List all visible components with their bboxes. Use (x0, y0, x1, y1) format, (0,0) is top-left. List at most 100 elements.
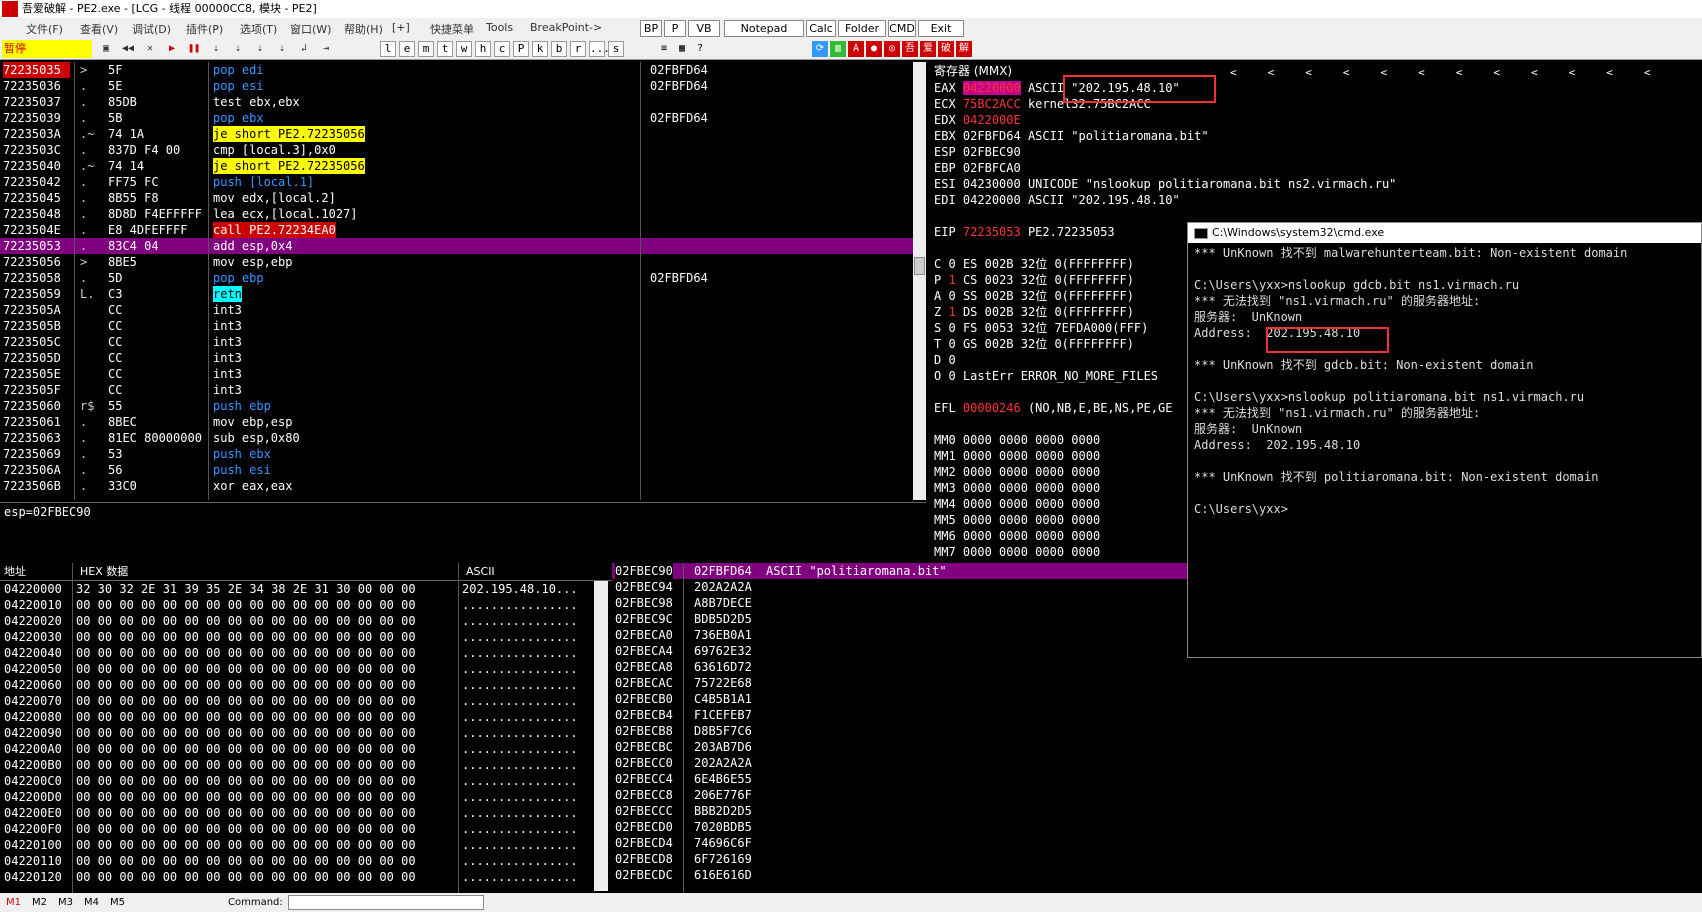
dump-scrollbar[interactable] (594, 581, 608, 891)
plugin-cn-button[interactable]: 解 (956, 41, 972, 57)
stack-row[interactable]: 02FBECD4 74696C6F (612, 835, 1702, 851)
toolbar-icon[interactable]: ❚❚ (186, 41, 202, 57)
register-row[interactable]: EBX 02FBFD64 ASCII "politiaromana.bit" (930, 128, 1702, 144)
register-value[interactable]: 02FBEC90 (963, 145, 1021, 159)
disasm-row[interactable]: 72235056 >8BE5 mov esp,ebp (0, 254, 914, 270)
toolbar-letter-button[interactable]: r (570, 41, 586, 57)
dump-row[interactable]: 04220090 00 00 00 00 00 00 00 00 00 00 00… (0, 725, 612, 741)
menu-item[interactable]: 调试(D) (132, 21, 171, 37)
toolbar-letter-button[interactable]: e (399, 41, 415, 57)
disasm-row[interactable]: 7223505B CC int3 (0, 318, 914, 334)
flag-value[interactable]: 0 (948, 257, 955, 271)
toolbar-letter-button[interactable]: l (380, 41, 396, 57)
register-row[interactable]: ESP 02FBEC90 (930, 144, 1702, 160)
stack-row[interactable]: 02FBECB8 D8B5F7C6 (612, 723, 1702, 739)
toolbar-letter-button[interactable]: b (551, 41, 567, 57)
plugin-icon[interactable]: A (848, 41, 864, 57)
disasm-row[interactable]: 72235045. 8B55 F8 mov edx,[local.2] (0, 190, 914, 206)
menu-item[interactable]: BreakPoint-> (530, 21, 602, 34)
memory-tab[interactable]: M5 (110, 897, 125, 908)
plugin-icon[interactable]: ▥ (830, 41, 846, 57)
disasm-row[interactable]: 72235058. 5D pop ebp 02FBFD64 (0, 270, 914, 286)
disasm-row[interactable]: 72235060 r$ 55 push ebp (0, 398, 914, 414)
toolbar-letter-button[interactable]: k (532, 41, 548, 57)
disasm-row[interactable]: 72235042. FF75 FC push [local.1] (0, 174, 914, 190)
flag-value[interactable]: 0 (948, 321, 955, 335)
menu-item[interactable]: 帮助(H) (344, 21, 383, 37)
dump-row[interactable]: 042200B0 00 00 00 00 00 00 00 00 00 00 00… (0, 757, 612, 773)
toolbar-icon[interactable]: ⇣ (230, 41, 246, 57)
stack-row[interactable]: 02FBECDC 616E616D (612, 867, 1702, 883)
disasm-row[interactable]: 72235040 .~ 74 14 je short PE2.72235056 (0, 158, 914, 174)
stack-row[interactable]: 02FBECD8 6F726169 (612, 851, 1702, 867)
menu-button[interactable]: VB (688, 20, 720, 37)
dump-row[interactable]: 042200C0 00 00 00 00 00 00 00 00 00 00 00… (0, 773, 612, 789)
disassembly-pane[interactable]: 72235035 >5F pop edi 02FBFD64 72235036. 5E pop… (0, 62, 915, 500)
register-row[interactable]: EAX 04220000 ASCII "202.195.48.10" (930, 80, 1702, 96)
dump-row[interactable]: 042200D0 00 00 00 00 00 00 00 00 00 00 00… (0, 789, 612, 805)
menu-item[interactable]: 插件(P) (186, 21, 223, 37)
dump-row[interactable]: 04220060 00 00 00 00 00 00 00 00 00 00 00… (0, 677, 612, 693)
disasm-row[interactable]: 7223503C. 837D F4 00 cmp [local.3],0x0 (0, 142, 914, 158)
disasm-row[interactable]: 72235037. 85DB test ebx,ebx (0, 94, 914, 110)
memory-dump-pane[interactable]: 地址 HEX 数据 ASCII 04220000 32 30 32 2E 31 3… (0, 563, 612, 893)
dump-row[interactable]: 04220080 00 00 00 00 00 00 00 00 00 00 00… (0, 709, 612, 725)
register-row[interactable]: EDX 0422000E (930, 112, 1702, 128)
flag-value[interactable]: 1 (948, 273, 955, 287)
toolbar-letter-button[interactable]: t (437, 41, 453, 57)
dump-row[interactable]: 04220120 00 00 00 00 00 00 00 00 00 00 00… (0, 869, 612, 885)
toolbar-letter-button[interactable]: w (456, 41, 472, 57)
plugin-icon[interactable]: ◎ (884, 41, 900, 57)
stack-row[interactable]: 02FBECBC 203AB7D6 (612, 739, 1702, 755)
menu-item[interactable]: 文件(F) (26, 21, 63, 37)
menu-button[interactable]: P (664, 20, 686, 37)
register-row[interactable]: ESI 04230000 UNICODE "nslookup politiaro… (930, 176, 1702, 192)
stack-row[interactable]: 02FBECCC BBB2D2D5 (612, 803, 1702, 819)
dump-row[interactable]: 042200F0 00 00 00 00 00 00 00 00 00 00 00… (0, 821, 612, 837)
memory-tab[interactable]: M3 (58, 897, 73, 908)
plugin-icon[interactable]: ● (866, 41, 882, 57)
toolbar-icon[interactable]: ? (692, 41, 708, 57)
toolbar-icon[interactable]: ✕ (142, 41, 158, 57)
stack-row[interactable]: 02FBECD0 7020BDB5 (612, 819, 1702, 835)
memory-tab[interactable]: M1 (6, 897, 21, 908)
menu-button[interactable]: Notepad (724, 20, 804, 37)
stack-row[interactable]: 02FBECC0 202A2A2A (612, 755, 1702, 771)
dump-row[interactable]: 042200A0 00 00 00 00 00 00 00 00 00 00 00… (0, 741, 612, 757)
stack-row[interactable]: 02FBECB0 C4B5B1A1 (612, 691, 1702, 707)
register-value[interactable]: 04220000 (962, 81, 1021, 95)
disasm-row[interactable]: 7223506B. 33C0 xor eax,eax (0, 478, 914, 494)
register-value[interactable]: 02FBFCA0 (963, 161, 1021, 175)
disasm-row[interactable]: 72235063. 81EC 80000000 sub esp,0x80 (0, 430, 914, 446)
dump-row[interactable]: 04220110 00 00 00 00 00 00 00 00 00 00 00… (0, 853, 612, 869)
disasm-row[interactable]: 72235035 >5F pop edi 02FBFD64 (0, 62, 914, 78)
dump-row[interactable]: 04220030 00 00 00 00 00 00 00 00 00 00 00… (0, 629, 612, 645)
disasm-row[interactable]: 72235053. 83C4 04 add esp,0x4 (0, 238, 914, 254)
flag-value[interactable]: 0 (948, 369, 955, 383)
register-row[interactable]: ECX 75BC2ACC kernel32.75BC2ACC (930, 96, 1702, 112)
register-value[interactable]: 0422000E (963, 113, 1021, 127)
disasm-row[interactable]: 7223505F CC int3 (0, 382, 914, 398)
disasm-row[interactable]: 72235036. 5E pop esi 02FBFD64 (0, 78, 914, 94)
dump-row[interactable]: 04220100 00 00 00 00 00 00 00 00 00 00 00… (0, 837, 612, 853)
toolbar-icon[interactable]: ≡ (656, 41, 672, 57)
toolbar-letter-button[interactable]: ... (589, 41, 610, 57)
memory-tab[interactable]: M2 (32, 897, 47, 908)
dump-row[interactable]: 042200E0 00 00 00 00 00 00 00 00 00 00 00… (0, 805, 612, 821)
dump-row[interactable]: 04220040 00 00 00 00 00 00 00 00 00 00 00… (0, 645, 612, 661)
register-row[interactable]: EDI 04220000 ASCII "202.195.48.10" (930, 192, 1702, 208)
toolbar-letter-button[interactable]: c (494, 41, 510, 57)
menu-button[interactable]: Calc (806, 20, 836, 37)
menu-button[interactable]: CMD (888, 20, 916, 37)
toolbar-icon[interactable]: ↲ (296, 41, 312, 57)
memory-tab[interactable]: M4 (84, 897, 99, 908)
toolbar-icon[interactable]: ▶ (164, 41, 180, 57)
toolbar-letter-button[interactable]: P (513, 41, 529, 57)
disasm-row[interactable]: 72235061. 8BEC mov ebp,esp (0, 414, 914, 430)
register-value[interactable]: 00000246 (963, 401, 1021, 415)
menu-item[interactable]: Tools (486, 21, 513, 34)
toolbar-icon[interactable]: ⇣ (274, 41, 290, 57)
disasm-row[interactable]: 7223505E CC int3 (0, 366, 914, 382)
disasm-row[interactable]: 72235069. 53 push ebx (0, 446, 914, 462)
disasm-row[interactable]: 7223505D CC int3 (0, 350, 914, 366)
